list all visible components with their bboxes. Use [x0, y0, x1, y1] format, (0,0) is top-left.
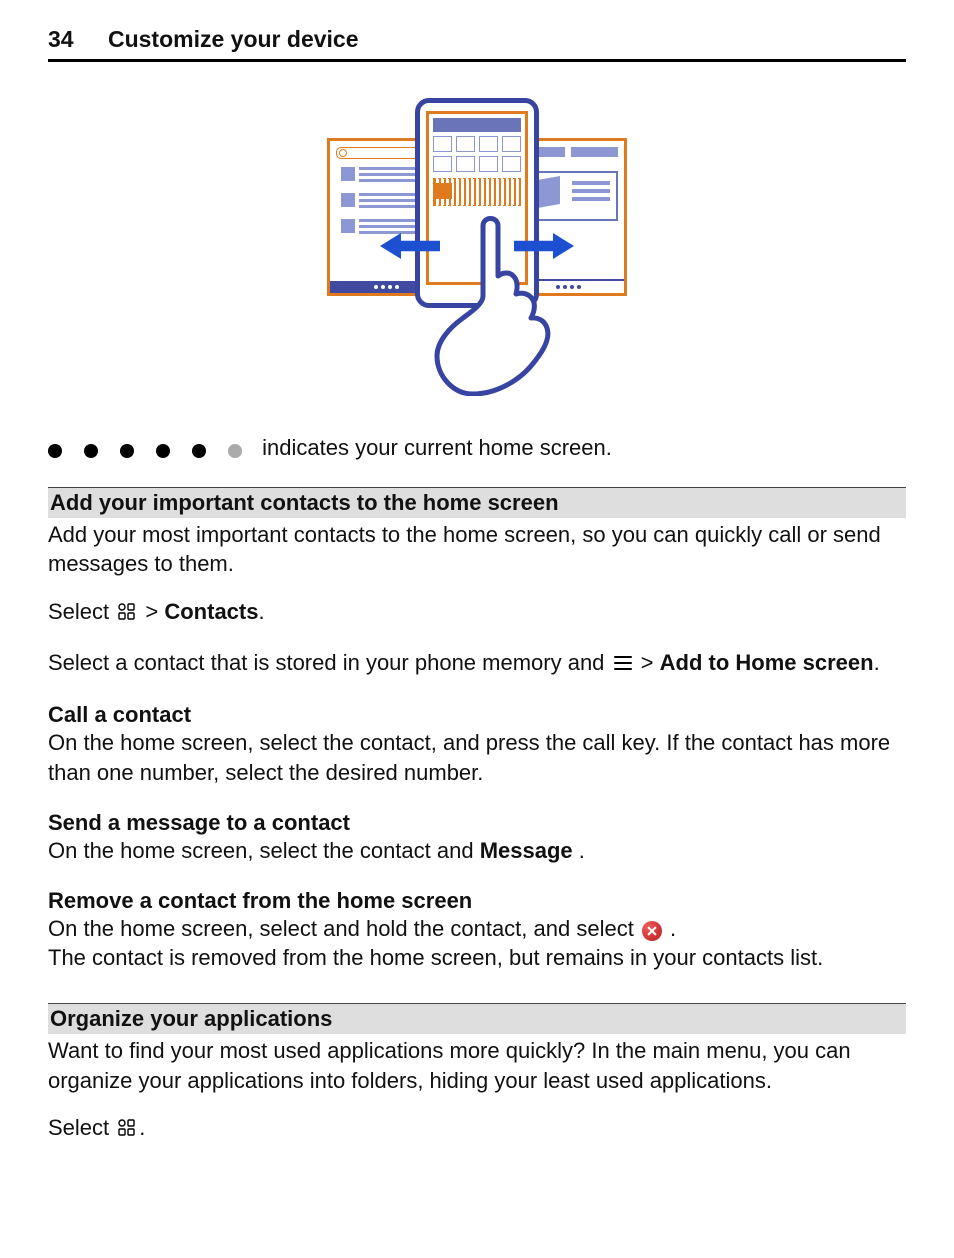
indicator-text: indicates your current home screen.: [262, 435, 612, 460]
apps-grid-icon: [117, 1116, 137, 1146]
call-contact-heading: Call a contact: [48, 702, 906, 728]
home-screen-dots-icon: [48, 444, 242, 458]
add-contacts-intro: Add your most important contacts to the …: [48, 520, 906, 579]
send-message-body: On the home screen, select the contact a…: [48, 836, 906, 866]
call-contact-body: On the home screen, select the contact, …: [48, 728, 906, 787]
options-menu-icon: [613, 651, 633, 681]
indicator-line: indicates your current home screen.: [48, 433, 906, 463]
illustration: [48, 98, 906, 393]
remove-contact-heading: Remove a contact from the home screen: [48, 888, 906, 914]
select-contacts-step: Select > Contacts.: [48, 597, 906, 630]
delete-icon: [642, 921, 662, 941]
phone-outline: [415, 98, 539, 308]
send-message-heading: Send a message to a contact: [48, 810, 906, 836]
organize-select-step: Select .: [48, 1113, 906, 1146]
select-add-to-home-step: Select a contact that is stored in your …: [48, 648, 906, 681]
apps-grid-icon: [117, 600, 137, 630]
running-header: 34 Customize your device: [48, 26, 906, 62]
subhead-organize-apps: Organize your applications: [48, 1003, 906, 1034]
section-title: Customize your device: [108, 26, 359, 52]
manual-page: 34 Customize your device: [0, 0, 954, 1206]
remove-contact-body2: The contact is removed from the home scr…: [48, 943, 906, 973]
remove-contact-body1: On the home screen, select and hold the …: [48, 914, 906, 944]
subhead-add-contacts: Add your important contacts to the home …: [48, 487, 906, 518]
organize-apps-body: Want to find your most used applications…: [48, 1036, 906, 1095]
page-number: 34: [48, 26, 74, 52]
